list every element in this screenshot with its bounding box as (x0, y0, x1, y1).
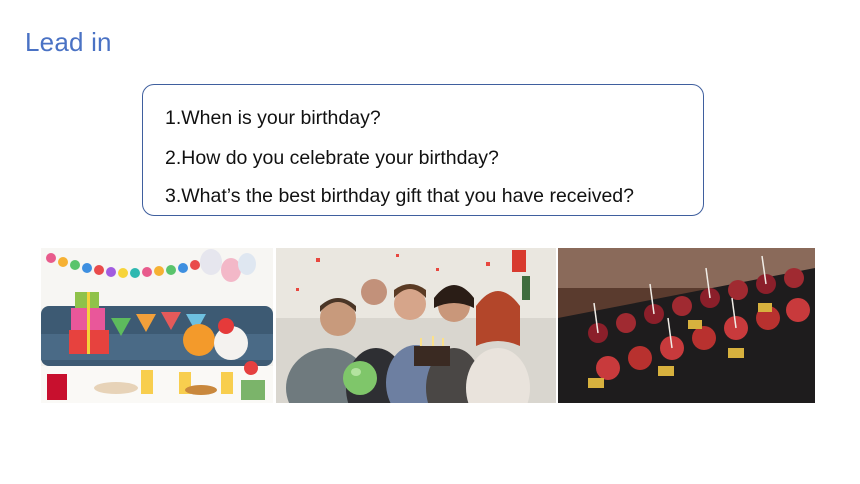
party-decorations-photo (41, 248, 273, 403)
slide-title: Lead in (25, 27, 112, 57)
party-food-photo (558, 248, 815, 403)
question-2: 2.How do you celebrate your birthday? (165, 147, 499, 169)
questions-box: 1.When is your birthday? 2.How do you ce… (142, 84, 704, 216)
question-1: 1.When is your birthday? (165, 107, 381, 129)
question-3: 3.What’s the best birthday gift that you… (165, 185, 634, 207)
friends-celebrating-photo (276, 248, 556, 403)
